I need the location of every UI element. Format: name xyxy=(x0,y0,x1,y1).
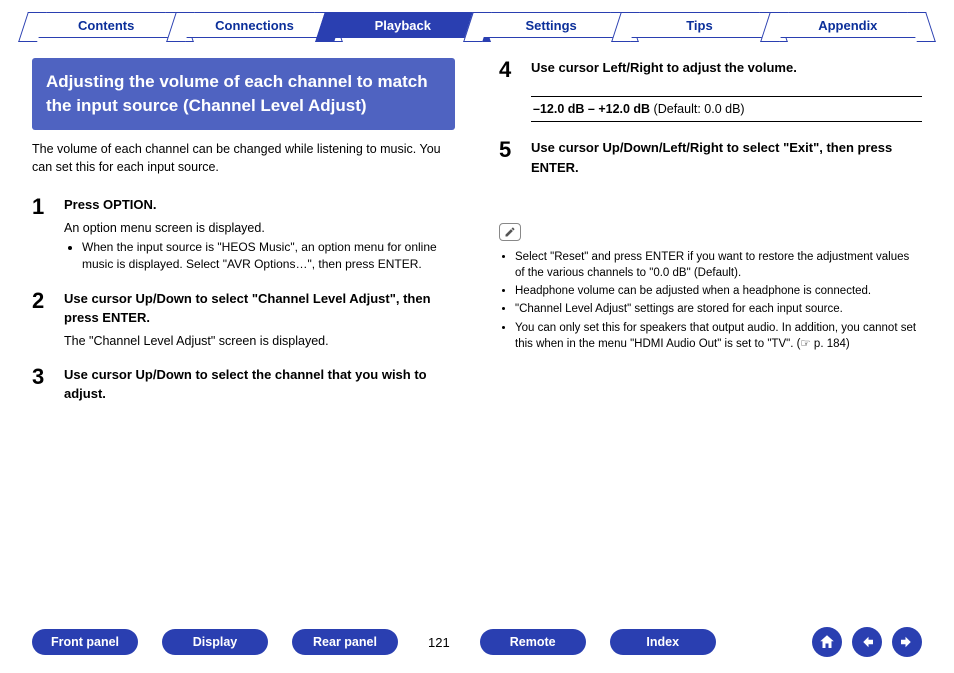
note-item: Headphone volume can be adjusted when a … xyxy=(515,283,922,299)
bottom-button-display[interactable]: Display xyxy=(162,629,268,655)
step-number: 3 xyxy=(32,365,64,408)
right-column: 4 Use cursor Left/Right to adjust the vo… xyxy=(499,58,922,422)
range-box: –12.0 dB – +12.0 dB (Default: 0.0 dB) xyxy=(531,96,922,122)
step-number: 4 xyxy=(499,58,531,82)
step-title: Use cursor Up/Down/Left/Right to select … xyxy=(531,138,922,177)
tab-tips[interactable]: Tips xyxy=(625,12,773,38)
step-1: 1 Press OPTION. An option menu screen is… xyxy=(32,195,455,275)
bottom-button-index[interactable]: Index xyxy=(610,629,716,655)
page-number: 121 xyxy=(422,635,456,650)
tab-settings[interactable]: Settings xyxy=(477,12,625,38)
step-number: 2 xyxy=(32,289,64,351)
step-number: 5 xyxy=(499,138,531,181)
bottom-bar: Front panel Display Rear panel 121 Remot… xyxy=(32,627,922,657)
note-item: Select "Reset" and press ENTER if you wa… xyxy=(515,249,922,281)
home-icon[interactable] xyxy=(812,627,842,657)
range-default: (Default: 0.0 dB) xyxy=(650,102,745,116)
step-5: 5 Use cursor Up/Down/Left/Right to selec… xyxy=(499,138,922,181)
tab-playback[interactable]: Playback xyxy=(329,12,477,38)
tab-appendix[interactable]: Appendix xyxy=(774,12,922,38)
step-3: 3 Use cursor Up/Down to select the chann… xyxy=(32,365,455,408)
prev-page-icon[interactable] xyxy=(852,627,882,657)
top-tab-bar: Contents Connections Playback Settings T… xyxy=(32,12,922,38)
left-column: Adjusting the volume of each channel to … xyxy=(32,58,455,422)
content-columns: Adjusting the volume of each channel to … xyxy=(32,58,922,422)
note-icon xyxy=(499,223,521,241)
next-page-icon[interactable] xyxy=(892,627,922,657)
bottom-button-front-panel[interactable]: Front panel xyxy=(32,629,138,655)
bottom-button-remote[interactable]: Remote xyxy=(480,629,586,655)
step-2: 2 Use cursor Up/Down to select "Channel … xyxy=(32,289,455,351)
step-title: Use cursor Up/Down to select the channel… xyxy=(64,365,455,404)
note-item: You can only set this for speakers that … xyxy=(515,320,922,352)
range-bold: –12.0 dB – +12.0 dB xyxy=(533,102,650,116)
notes-block: Select "Reset" and press ENTER if you wa… xyxy=(499,249,922,352)
tab-connections[interactable]: Connections xyxy=(180,12,328,38)
step-4: 4 Use cursor Left/Right to adjust the vo… xyxy=(499,58,922,82)
step-title: Use cursor Up/Down to select "Channel Le… xyxy=(64,289,455,328)
bottom-button-rear-panel[interactable]: Rear panel xyxy=(292,629,398,655)
step-desc: The "Channel Level Adjust" screen is dis… xyxy=(64,332,455,351)
section-heading: Adjusting the volume of each channel to … xyxy=(32,58,455,130)
note-item: "Channel Level Adjust" settings are stor… xyxy=(515,301,922,317)
tab-contents[interactable]: Contents xyxy=(32,12,180,38)
step-bullet: When the input source is "HEOS Music", a… xyxy=(82,239,455,273)
step-title: Press OPTION. xyxy=(64,195,455,215)
section-intro: The volume of each channel can be change… xyxy=(32,140,455,178)
step-title: Use cursor Left/Right to adjust the volu… xyxy=(531,58,922,78)
nav-icon-group xyxy=(812,627,922,657)
step-desc: An option menu screen is displayed. xyxy=(64,219,455,238)
step-number: 1 xyxy=(32,195,64,275)
